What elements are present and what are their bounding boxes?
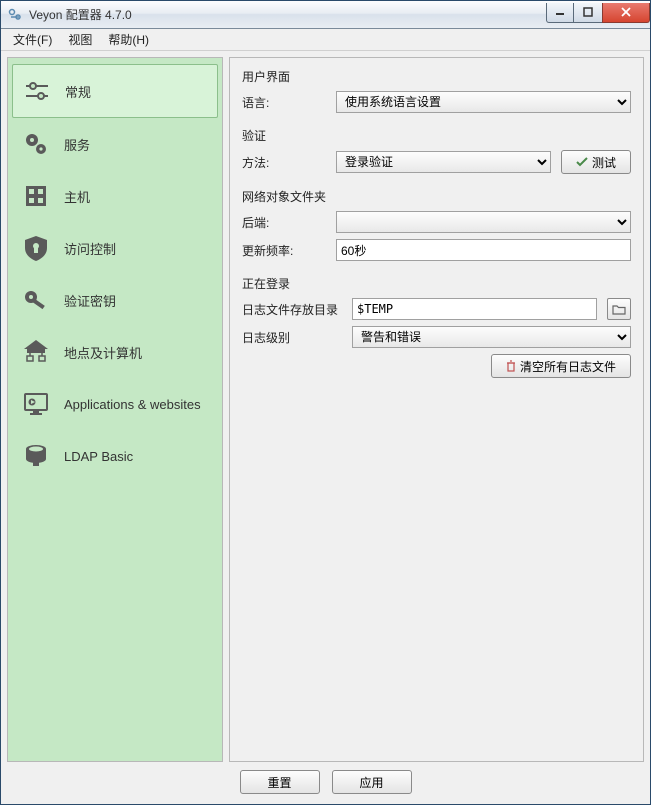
- titlebar[interactable]: Veyon 配置器 4.7.0: [1, 1, 650, 29]
- apply-button[interactable]: 应用: [332, 770, 412, 794]
- sidebar-item-locations[interactable]: 地点及计算机: [12, 326, 218, 378]
- database-icon: [20, 440, 52, 472]
- menu-view[interactable]: 视图: [60, 29, 100, 50]
- app-window: Veyon 配置器 4.7.0 文件(F) 视图 帮助(H) 常规 服务: [0, 0, 651, 805]
- sidebar-item-label: LDAP Basic: [64, 449, 133, 464]
- footer: 重置 应用: [7, 762, 644, 798]
- check-icon: [576, 157, 588, 167]
- monitor-icon: [20, 388, 52, 420]
- trash-icon: [506, 360, 516, 372]
- loglevel-label: 日志级别: [242, 329, 342, 346]
- method-select[interactable]: 登录验证: [336, 151, 551, 173]
- group-auth-title: 验证: [242, 127, 631, 144]
- sidebar-item-apps[interactable]: Applications & websites: [12, 378, 218, 430]
- clear-logs-button[interactable]: 清空所有日志文件: [491, 354, 631, 378]
- sidebar-item-ldap[interactable]: LDAP Basic: [12, 430, 218, 482]
- sidebar-item-label: 主机: [64, 187, 90, 206]
- update-label: 更新频率:: [242, 242, 326, 259]
- update-input[interactable]: [336, 239, 631, 261]
- key-icon: [20, 284, 52, 316]
- window-title: Veyon 配置器 4.7.0: [29, 6, 547, 23]
- sidebar-item-keys[interactable]: 验证密钥: [12, 274, 218, 326]
- language-select[interactable]: 使用系统语言设置: [336, 91, 631, 113]
- sidebar: 常规 服务 主机 访问控制 验证密钥: [7, 57, 223, 762]
- folder-icon: [612, 303, 626, 315]
- sidebar-item-label: 验证密钥: [64, 291, 116, 310]
- content-panel: 用户界面 语言: 使用系统语言设置 验证 方法: 登录验证 测试: [229, 57, 644, 762]
- sidebar-item-label: 访问控制: [64, 239, 116, 258]
- maximize-button[interactable]: [573, 3, 603, 23]
- sidebar-item-label: 地点及计算机: [64, 343, 142, 362]
- sliders-icon: [21, 75, 53, 107]
- method-label: 方法:: [242, 154, 326, 171]
- minimize-button[interactable]: [546, 3, 574, 23]
- close-button[interactable]: [602, 3, 650, 23]
- language-label: 语言:: [242, 94, 326, 111]
- sidebar-item-service[interactable]: 服务: [12, 118, 218, 170]
- shield-icon: [20, 232, 52, 264]
- group-ui-title: 用户界面: [242, 68, 631, 85]
- sidebar-item-master[interactable]: 主机: [12, 170, 218, 222]
- loglevel-select[interactable]: 警告和错误: [352, 326, 631, 348]
- client-area: 常规 服务 主机 访问控制 验证密钥: [1, 51, 650, 804]
- group-net-title: 网络对象文件夹: [242, 188, 631, 205]
- window-controls: [547, 3, 650, 23]
- sidebar-item-label: 服务: [64, 135, 90, 154]
- browse-button[interactable]: [607, 298, 631, 320]
- reset-button[interactable]: 重置: [240, 770, 320, 794]
- sidebar-item-label: 常规: [65, 82, 91, 101]
- logdir-input[interactable]: [352, 298, 597, 320]
- grid-icon: [20, 180, 52, 212]
- sidebar-item-general[interactable]: 常规: [12, 64, 218, 118]
- test-button[interactable]: 测试: [561, 150, 631, 174]
- sidebar-item-label: Applications & websites: [64, 397, 201, 412]
- menu-file[interactable]: 文件(F): [5, 29, 60, 50]
- backend-select[interactable]: [336, 211, 631, 233]
- group-log-title: 正在登录: [242, 275, 631, 292]
- menubar: 文件(F) 视图 帮助(H): [1, 29, 650, 51]
- menu-help[interactable]: 帮助(H): [100, 29, 157, 50]
- app-icon: [7, 7, 23, 23]
- gears-icon: [20, 128, 52, 160]
- backend-label: 后端:: [242, 214, 326, 231]
- sidebar-item-access[interactable]: 访问控制: [12, 222, 218, 274]
- logdir-label: 日志文件存放目录: [242, 301, 342, 318]
- network-icon: [20, 336, 52, 368]
